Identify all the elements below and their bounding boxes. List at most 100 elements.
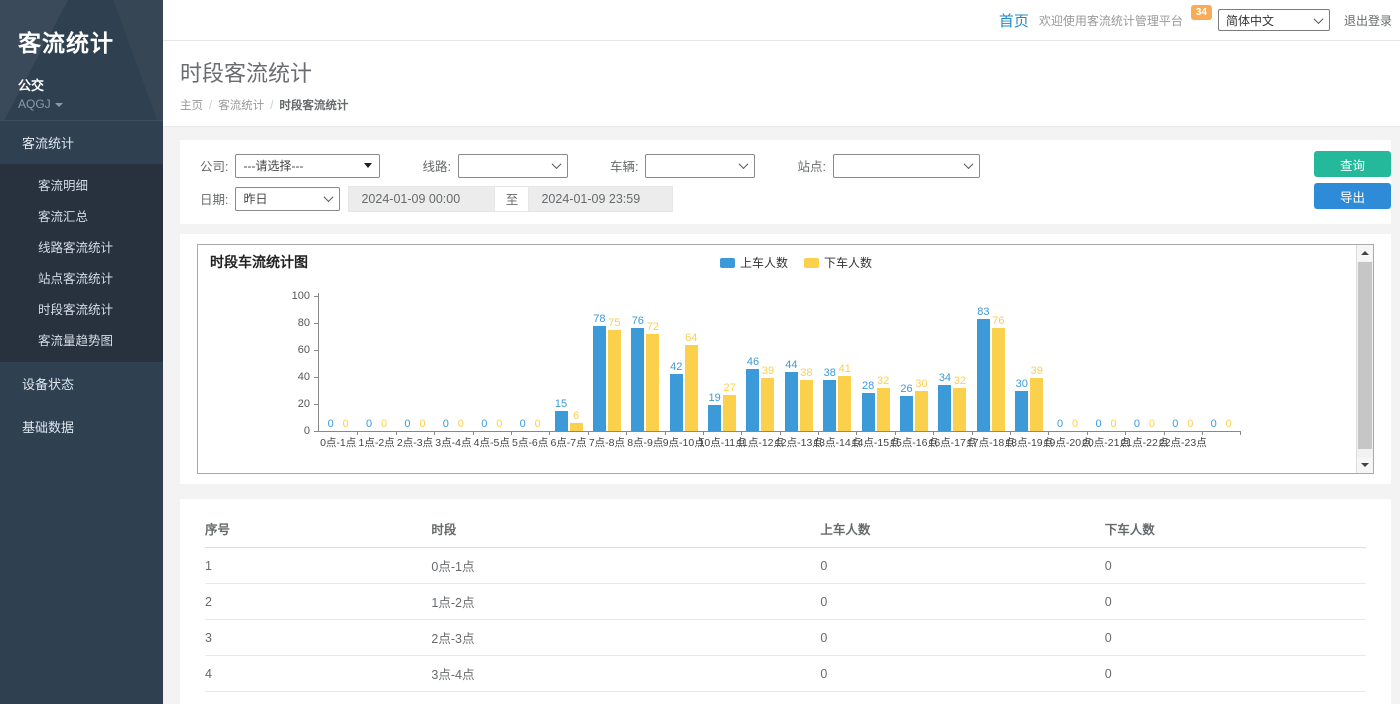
table-cell: 0 (820, 692, 1104, 704)
language-select-value: 简体中文 (1226, 12, 1274, 29)
sidebar: 客流统计 公交 AQGJ 客流统计 客流明细 客流汇总 线路客流统计 站点客流统… (0, 0, 163, 704)
org-name: 公交 (18, 75, 163, 94)
chart-scrollbar[interactable] (1356, 245, 1373, 473)
query-button[interactable]: 查询 (1314, 151, 1391, 177)
y-tick-label: 0 (268, 425, 310, 437)
app-logo: 客流统计 (18, 24, 163, 58)
home-link[interactable]: 首页 (999, 10, 1029, 31)
chart-category: 004点-5点 (473, 296, 511, 431)
sidebar-subitem-trend-chart[interactable]: 客流量趋势图 (0, 324, 163, 355)
chart-category: 303918点-19点 (1010, 296, 1048, 431)
chart-category: 0023点-24点 (1202, 296, 1240, 431)
chevron-down-icon (963, 159, 973, 169)
y-tick (314, 377, 318, 378)
bar-value-label: 41 (839, 363, 851, 375)
bar-value-label: 0 (404, 418, 410, 430)
bar (670, 374, 683, 431)
bar-value-label: 76 (992, 315, 1004, 327)
breadcrumb-home[interactable]: 主页 (180, 100, 203, 112)
breadcrumb-section[interactable]: 客流统计 (218, 100, 264, 112)
bar-value-label: 76 (632, 315, 644, 327)
line-select[interactable] (458, 154, 568, 178)
sidebar-subitem-flow-summary[interactable]: 客流汇总 (0, 200, 163, 231)
bar (938, 385, 951, 431)
bar-value-label: 46 (747, 356, 759, 368)
date-preset-select[interactable]: 昨日 (235, 187, 340, 211)
col-header-seq: 序号 (205, 509, 431, 548)
bar-value-label: 30 (1016, 378, 1028, 390)
chart-category: 0019点-20点 (1048, 296, 1086, 431)
chart-panel: 时段车流统计图 上车人数下车人数 000点-1点001点-2点002点-3点00… (180, 234, 1391, 484)
end-datetime-input[interactable]: 2024-01-09 23:59 (528, 186, 673, 212)
chart-category: 0022点-23点 (1164, 296, 1202, 431)
bar-value-label: 0 (1187, 418, 1193, 430)
y-tick-label: 100 (268, 290, 310, 302)
language-select[interactable]: 简体中文 (1218, 9, 1330, 31)
vehicle-select[interactable] (645, 154, 755, 178)
bar-value-label: 0 (1134, 418, 1140, 430)
table-cell: 0 (1105, 548, 1366, 584)
bar-value-label: 44 (785, 359, 797, 371)
bar-value-label: 0 (381, 418, 387, 430)
export-button[interactable]: 导出 (1314, 183, 1391, 209)
bar-value-label: 64 (685, 332, 697, 344)
sidebar-subitem-station-stats[interactable]: 站点客流统计 (0, 262, 163, 293)
bar (862, 393, 875, 431)
scrollbar-thumb[interactable] (1358, 262, 1372, 449)
col-header-alighting: 下车人数 (1105, 509, 1366, 548)
start-datetime-input[interactable]: 2024-01-09 00:00 (348, 186, 495, 212)
bar (723, 395, 736, 432)
chart-category: 1566点-7点 (549, 296, 587, 431)
chevron-down-icon (324, 192, 334, 202)
bar-value-label: 0 (458, 418, 464, 430)
breadcrumb-current: 时段客流统计 (279, 100, 348, 112)
chart-category: 384113点-14点 (818, 296, 856, 431)
table-cell: 0 (820, 656, 1104, 692)
table-cell: 3 (205, 620, 431, 656)
y-tick-label: 40 (268, 371, 310, 383)
topbar: 首页 欢迎使用客流统计管理平台 34 简体中文 退出登录 (163, 0, 1400, 41)
station-select[interactable] (833, 154, 980, 178)
date-preset-value: 昨日 (243, 190, 267, 207)
x-tick-label: 1点-2点 (358, 435, 394, 450)
bar-value-label: 78 (593, 313, 605, 325)
bar-value-label: 28 (862, 380, 874, 392)
bar-value-label: 0 (343, 418, 349, 430)
notification-badge[interactable]: 34 (1191, 5, 1212, 20)
date-range-separator: 至 (495, 186, 528, 212)
bar (685, 345, 698, 431)
chart-category: 283214点-15点 (856, 296, 894, 431)
table-row: 43点-4点00 (205, 656, 1366, 692)
bar (1015, 391, 1028, 432)
col-header-period: 时段 (431, 509, 820, 548)
sidebar-subitem-line-stats[interactable]: 线路客流统计 (0, 231, 163, 262)
y-tick (314, 350, 318, 351)
sidebar-subitem-period-stats[interactable]: 时段客流统计 (0, 293, 163, 324)
table-row: 54点-5点00 (205, 692, 1366, 704)
bar-value-label: 0 (481, 418, 487, 430)
y-tick (314, 323, 318, 324)
sidebar-item-device-status[interactable]: 设备状态 (0, 362, 163, 405)
bar-value-label: 0 (1110, 418, 1116, 430)
bar (570, 423, 583, 431)
bar (977, 319, 990, 431)
sidebar-item-base-data[interactable]: 基础数据 (0, 405, 163, 448)
chart-category: 003点-4点 (434, 296, 472, 431)
y-tick (314, 404, 318, 405)
table-row: 10点-1点00 (205, 548, 1366, 584)
welcome-text: 欢迎使用客流统计管理平台 (1039, 12, 1183, 29)
scroll-down-arrow-icon[interactable] (1357, 457, 1373, 473)
sidebar-item-passenger-stats[interactable]: 客流统计 (0, 121, 163, 164)
page-heading: 时段客流统计 主页/客流统计/时段客流统计 (163, 41, 1400, 127)
logout-link[interactable]: 退出登录 (1344, 12, 1392, 29)
table-cell: 0 (1105, 584, 1366, 620)
org-code-dropdown[interactable]: AQGJ (18, 97, 163, 111)
dropdown-arrow-icon (364, 163, 372, 168)
period-stats-table: 序号 时段 上车人数 下车人数 10点-1点0021点-2点0032点-3点00… (205, 509, 1366, 704)
sidebar-subitem-flow-detail[interactable]: 客流明细 (0, 169, 163, 200)
bar (992, 328, 1005, 431)
scroll-up-arrow-icon[interactable] (1357, 245, 1373, 261)
y-tick-label: 80 (268, 317, 310, 329)
bar-value-label: 42 (670, 361, 682, 373)
company-select[interactable]: ---请选择--- (235, 154, 380, 178)
